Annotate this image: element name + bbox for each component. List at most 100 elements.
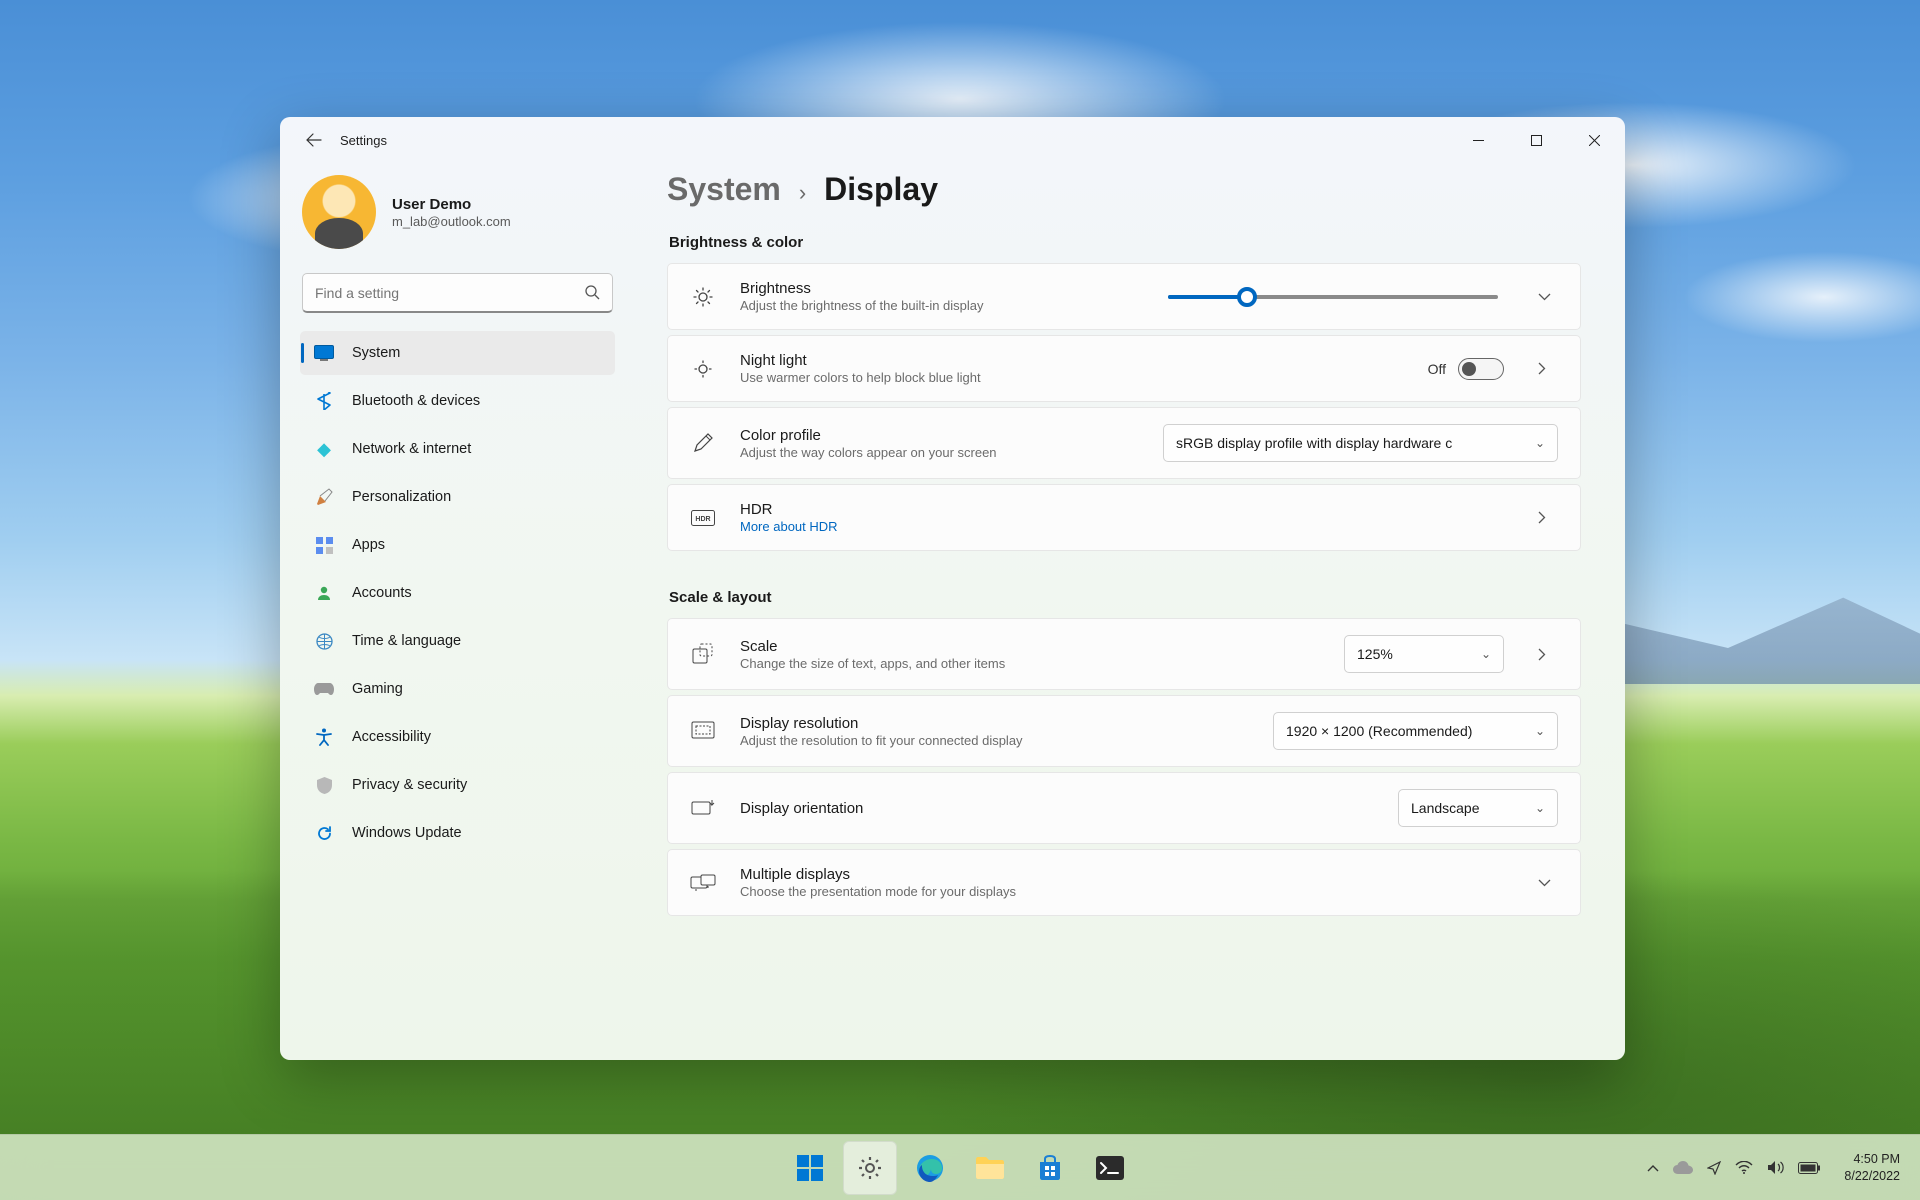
volume-icon[interactable] xyxy=(1767,1160,1784,1175)
card-title: Scale xyxy=(740,638,1320,655)
sidebar-item-privacy[interactable]: Privacy & security xyxy=(300,763,615,807)
search-input[interactable] xyxy=(315,285,585,301)
resolution-dropdown[interactable]: 1920 × 1200 (Recommended) ⌄ xyxy=(1273,712,1558,750)
sidebar-item-label: Apps xyxy=(352,537,385,553)
night-light-toggle[interactable] xyxy=(1458,358,1504,380)
sidebar-item-system[interactable]: System xyxy=(300,331,615,375)
profile-name: User Demo xyxy=(392,196,511,213)
card-brightness: Brightness Adjust the brightness of the … xyxy=(667,263,1581,330)
brightness-slider[interactable] xyxy=(1168,295,1498,299)
taskbar-app-settings[interactable] xyxy=(843,1141,897,1195)
close-icon xyxy=(1589,135,1600,146)
card-scale[interactable]: Scale Change the size of text, apps, and… xyxy=(667,618,1581,690)
sidebar-item-personalization[interactable]: Personalization xyxy=(300,475,615,519)
sidebar-item-label: Bluetooth & devices xyxy=(352,393,480,409)
back-button[interactable] xyxy=(294,120,334,160)
taskbar-app-explorer[interactable] xyxy=(963,1141,1017,1195)
bluetooth-icon xyxy=(314,391,334,411)
sidebar-item-label: Gaming xyxy=(352,681,403,697)
titlebar: Settings xyxy=(280,117,1625,163)
dropdown-value: 125% xyxy=(1357,646,1467,662)
sidebar-item-apps[interactable]: Apps xyxy=(300,523,615,567)
taskbar-app-terminal[interactable] xyxy=(1083,1141,1137,1195)
taskbar-app-edge[interactable] xyxy=(903,1141,957,1195)
update-icon xyxy=(314,823,334,843)
taskbar: 4:50 PM 8/22/2022 xyxy=(0,1134,1920,1200)
system-tray[interactable] xyxy=(1635,1160,1832,1175)
sidebar-item-label: Privacy & security xyxy=(352,777,467,793)
card-title: Night light xyxy=(740,352,1404,369)
card-subtitle: Use warmer colors to help block blue lig… xyxy=(740,370,1404,385)
onedrive-icon[interactable] xyxy=(1673,1161,1693,1174)
expand-button[interactable] xyxy=(1538,293,1558,301)
maximize-button[interactable] xyxy=(1507,120,1565,160)
minimize-icon xyxy=(1473,135,1484,146)
scale-dropdown[interactable]: 125% ⌄ xyxy=(1344,635,1504,673)
search-box[interactable] xyxy=(302,273,613,313)
location-icon[interactable] xyxy=(1707,1161,1721,1175)
apps-icon xyxy=(314,535,334,555)
chevron-right-icon xyxy=(1538,648,1546,661)
color-profile-dropdown[interactable]: sRGB display profile with display hardwa… xyxy=(1163,424,1558,462)
expand-button[interactable] xyxy=(1538,879,1558,887)
orientation-icon xyxy=(690,795,716,821)
gaming-icon xyxy=(314,679,334,699)
window-title: Settings xyxy=(340,133,387,148)
system-icon xyxy=(314,343,334,363)
sidebar-item-label: Network & internet xyxy=(352,441,471,457)
personalization-icon xyxy=(314,487,334,507)
profile-email: m_lab@outlook.com xyxy=(392,214,511,229)
hdr-more-link[interactable]: More about HDR xyxy=(740,519,1504,534)
multiple-displays-icon xyxy=(690,870,716,896)
card-title: Brightness xyxy=(740,280,1144,297)
sidebar-item-label: Accessibility xyxy=(352,729,431,745)
clock-date: 8/22/2022 xyxy=(1844,1168,1900,1185)
card-subtitle: Adjust the resolution to fit your connec… xyxy=(740,733,1249,748)
orientation-dropdown[interactable]: Landscape ⌄ xyxy=(1398,789,1558,827)
card-multiple-displays[interactable]: Multiple displays Choose the presentatio… xyxy=(667,849,1581,916)
chevron-right-icon xyxy=(1538,362,1546,375)
breadcrumb-parent[interactable]: System xyxy=(667,171,781,208)
sidebar-item-accessibility[interactable]: Accessibility xyxy=(300,715,615,759)
chevron-down-icon: ⌄ xyxy=(1535,724,1545,738)
close-button[interactable] xyxy=(1565,120,1623,160)
chevron-down-icon: ⌄ xyxy=(1535,801,1545,815)
card-subtitle: Adjust the brightness of the built-in di… xyxy=(740,298,1144,313)
card-orientation: Display orientation Landscape ⌄ xyxy=(667,772,1581,844)
chevron-right-icon xyxy=(1538,511,1546,524)
sidebar-item-gaming[interactable]: Gaming xyxy=(300,667,615,711)
sidebar-item-label: Personalization xyxy=(352,489,451,505)
wifi-icon[interactable] xyxy=(1735,1161,1753,1174)
chevron-down-icon xyxy=(1538,879,1551,887)
chevron-down-icon: ⌄ xyxy=(1481,647,1491,661)
card-title: HDR xyxy=(740,501,1504,518)
card-title: Display orientation xyxy=(740,800,1374,817)
card-title: Color profile xyxy=(740,427,1139,444)
minimize-button[interactable] xyxy=(1449,120,1507,160)
section-scale-heading: Scale & layout xyxy=(669,589,1581,606)
sidebar-item-network[interactable]: ◆ Network & internet xyxy=(300,427,615,471)
taskbar-clock[interactable]: 4:50 PM 8/22/2022 xyxy=(1834,1151,1910,1185)
sidebar-item-update[interactable]: Windows Update xyxy=(300,811,615,855)
content: System › Display Brightness & color Brig… xyxy=(635,163,1625,1060)
sidebar-nav: System Bluetooth & devices ◆ Network & i… xyxy=(300,331,615,855)
navigate-button[interactable] xyxy=(1538,511,1558,524)
navigate-button[interactable] xyxy=(1538,648,1558,661)
card-hdr[interactable]: HDR HDR More about HDR xyxy=(667,484,1581,551)
store-icon xyxy=(1036,1154,1064,1182)
taskbar-app-store[interactable] xyxy=(1023,1141,1077,1195)
search-icon xyxy=(585,285,600,300)
battery-icon[interactable] xyxy=(1798,1162,1820,1174)
sidebar-item-accounts[interactable]: Accounts xyxy=(300,571,615,615)
start-button[interactable] xyxy=(783,1141,837,1195)
sidebar-item-bluetooth[interactable]: Bluetooth & devices xyxy=(300,379,615,423)
tray-overflow-icon[interactable] xyxy=(1647,1164,1659,1172)
sidebar-item-time-language[interactable]: Time & language xyxy=(300,619,615,663)
dropdown-value: sRGB display profile with display hardwa… xyxy=(1176,435,1521,451)
profile-block[interactable]: User Demo m_lab@outlook.com xyxy=(300,163,615,273)
card-night-light[interactable]: Night light Use warmer colors to help bl… xyxy=(667,335,1581,402)
maximize-icon xyxy=(1531,135,1542,146)
clock-time: 4:50 PM xyxy=(1844,1151,1900,1168)
accounts-icon xyxy=(314,583,334,603)
navigate-button[interactable] xyxy=(1538,362,1558,375)
